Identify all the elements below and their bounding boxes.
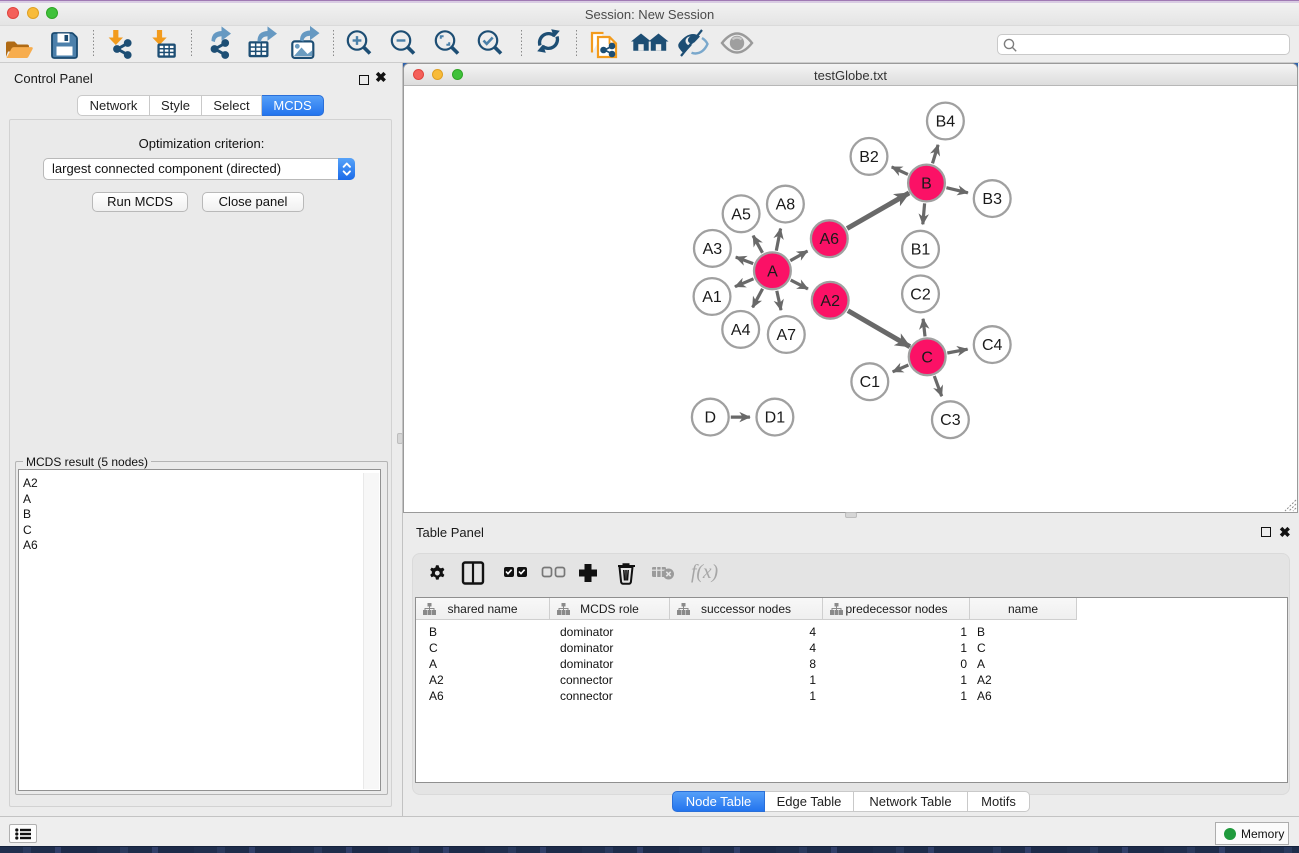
svg-text:C: C xyxy=(921,349,933,366)
svg-text:B1: B1 xyxy=(911,242,931,259)
svg-text:D: D xyxy=(705,410,717,427)
svg-text:A5: A5 xyxy=(731,206,751,223)
svg-text:B3: B3 xyxy=(982,191,1002,208)
svg-text:C4: C4 xyxy=(982,337,1003,354)
svg-text:A7: A7 xyxy=(777,327,797,344)
svg-text:B: B xyxy=(921,176,932,193)
svg-text:A4: A4 xyxy=(731,322,751,339)
svg-text:A3: A3 xyxy=(703,241,723,258)
svg-text:A8: A8 xyxy=(776,197,796,214)
svg-text:A6: A6 xyxy=(820,231,840,248)
svg-text:A2: A2 xyxy=(820,293,840,310)
svg-text:B4: B4 xyxy=(936,114,956,131)
svg-text:C2: C2 xyxy=(910,286,931,303)
svg-text:f(x): f(x) xyxy=(691,562,718,583)
svg-text:A: A xyxy=(767,263,778,280)
svg-text:D1: D1 xyxy=(765,410,786,427)
svg-text:C1: C1 xyxy=(860,374,881,391)
svg-text:C3: C3 xyxy=(940,412,961,429)
svg-text:A1: A1 xyxy=(702,289,722,306)
svg-text:B2: B2 xyxy=(859,149,879,166)
